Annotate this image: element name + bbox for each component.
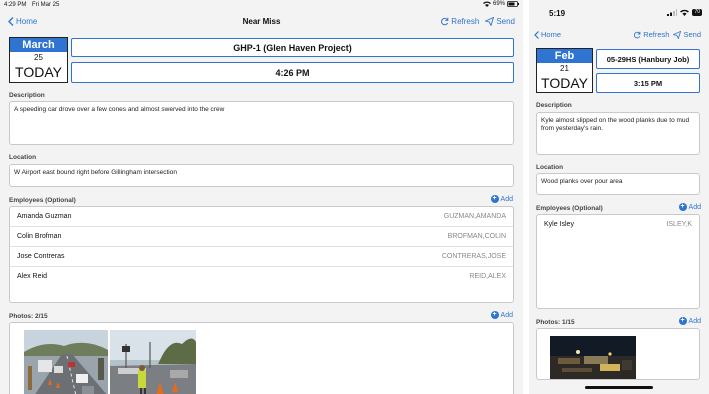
add-photo-label: Add xyxy=(688,317,701,325)
add-circle-icon: + xyxy=(490,195,499,203)
employee-name: Jose Contreras xyxy=(17,253,65,260)
employee-name: Colin Brofman xyxy=(17,233,62,240)
send-icon xyxy=(673,30,682,39)
road-photo xyxy=(24,330,108,394)
employee-row[interactable]: Colin Brofman BROFMAN,COLIN xyxy=(10,227,513,247)
refresh-button[interactable]: Refresh xyxy=(440,17,479,26)
employee-name: Kyle Isley xyxy=(544,221,574,228)
description-field[interactable]: A speeding car drove over a few cones an… xyxy=(9,101,514,145)
photo-gallery xyxy=(9,322,514,394)
employee-code: REID,ALEX xyxy=(469,273,506,280)
add-photo-label: Add xyxy=(500,311,513,319)
project-field[interactable]: 05-29HS (Hanbury Job) xyxy=(596,49,700,69)
employees-label: Employees (Optional) xyxy=(9,197,76,204)
employee-code: CONTRERAS,JOSE xyxy=(441,253,506,260)
photo-thumbnail[interactable] xyxy=(550,336,636,379)
add-photo-button[interactable]: + Add xyxy=(678,317,701,325)
employee-name: Alex Reid xyxy=(17,273,47,280)
nav-actions: Refresh Send xyxy=(633,30,701,39)
photo-gallery xyxy=(536,328,700,380)
location-field[interactable]: Wood planks over pour area xyxy=(536,173,700,195)
photos-label: Photos: 1/15 xyxy=(536,319,575,326)
battery-icon: 70 xyxy=(692,9,702,16)
nav-bar: Home Refresh Send xyxy=(529,26,709,48)
location-label: Location xyxy=(9,154,37,161)
date-picker[interactable]: March 25 TODAY xyxy=(9,37,68,83)
add-employee-label: Add xyxy=(688,203,701,211)
photo-thumbnail[interactable] xyxy=(110,330,196,394)
date-month: Feb xyxy=(537,49,592,63)
wifi-icon xyxy=(482,1,491,7)
description-label: Description xyxy=(9,92,45,99)
status-bar: 4:29 PM Fri Mar 25 69% xyxy=(0,0,523,11)
back-button[interactable]: Home xyxy=(534,30,561,39)
nav-actions: Refresh Send xyxy=(440,17,515,26)
time-field[interactable]: 3:15 PM xyxy=(596,73,700,93)
location-field[interactable]: W Airport east bound right before Gillin… xyxy=(9,164,514,187)
send-label: Send xyxy=(496,17,515,26)
send-button[interactable]: Send xyxy=(673,30,701,39)
date-month: March xyxy=(10,38,67,52)
status-bar: 5:19 70 xyxy=(529,0,709,18)
employee-row[interactable]: Alex Reid REID,ALEX xyxy=(10,267,513,287)
send-button[interactable]: Send xyxy=(485,17,515,26)
description-label: Description xyxy=(536,102,572,109)
battery-icon xyxy=(507,1,519,7)
photos-label: Photos: 2/15 xyxy=(9,313,48,320)
time-field[interactable]: 4:26 PM xyxy=(71,62,514,83)
refresh-icon xyxy=(634,31,641,38)
refresh-button[interactable]: Refresh xyxy=(633,30,669,39)
status-time: 5:19 xyxy=(549,9,566,18)
employee-row[interactable]: Amanda Guzman GUZMAN,AMANDA xyxy=(10,207,513,227)
add-circle-icon: + xyxy=(678,203,687,211)
add-employee-label: Add xyxy=(500,195,513,203)
refresh-icon xyxy=(441,17,449,26)
description-field[interactable]: Kyle almost slipped on the wood planks d… xyxy=(536,112,700,155)
ipad-screen: 4:29 PM Fri Mar 25 69% Home Near Miss Re… xyxy=(0,0,523,394)
employee-name: Amanda Guzman xyxy=(17,213,72,220)
add-employee-button[interactable]: + Add xyxy=(490,195,513,203)
status-time: 4:29 PM xyxy=(4,2,27,8)
project-field[interactable]: GHP-1 (Glen Haven Project) xyxy=(71,38,514,57)
status-right: 69% xyxy=(482,1,519,7)
send-icon xyxy=(485,17,495,26)
employee-list: Kyle Isley ISLEY,K xyxy=(536,214,700,309)
employee-code: GUZMAN,AMANDA xyxy=(443,213,506,220)
photo-thumbnail[interactable] xyxy=(24,330,108,394)
add-circle-icon: + xyxy=(490,311,499,319)
nav-bar: Home Near Miss Refresh Send xyxy=(0,12,523,34)
night-site-photo xyxy=(550,336,636,379)
employee-code: ISLEY,K xyxy=(666,221,692,228)
add-employee-button[interactable]: + Add xyxy=(678,203,701,211)
back-label: Home xyxy=(541,30,562,39)
signal-icon xyxy=(667,9,678,16)
add-photo-button[interactable]: + Add xyxy=(490,311,513,319)
date-day: 21 xyxy=(560,64,569,73)
refresh-label: Refresh xyxy=(643,30,670,39)
employee-row[interactable]: Kyle Isley ISLEY,K xyxy=(537,215,699,235)
date-picker[interactable]: Feb 21 TODAY xyxy=(536,48,593,93)
employee-code: BROFMAN,COLIN xyxy=(447,233,506,240)
location-label: Location xyxy=(536,164,564,171)
status-right: 70 xyxy=(667,9,702,16)
battery-percent: 69% xyxy=(492,1,505,7)
employee-list: Amanda Guzman GUZMAN,AMANDA Colin Brofma… xyxy=(9,206,514,303)
status-date: Fri Mar 25 xyxy=(32,2,60,8)
home-indicator xyxy=(585,386,653,389)
iphone-screen: 5:19 70 Home Refresh Send Feb 21 TODAY 0… xyxy=(529,0,709,394)
work-zone-photo xyxy=(110,330,196,394)
employee-row[interactable]: Jose Contreras CONTRERAS,JOSE xyxy=(10,247,513,267)
send-label: Send xyxy=(683,30,701,39)
refresh-label: Refresh xyxy=(451,17,480,26)
chevron-left-icon xyxy=(534,30,539,39)
employees-label: Employees (Optional) xyxy=(536,205,603,212)
date-day: 25 xyxy=(34,53,43,62)
wifi-icon xyxy=(680,9,690,16)
date-today: TODAY xyxy=(15,64,62,80)
date-today: TODAY xyxy=(541,75,588,91)
add-circle-icon: + xyxy=(678,317,687,325)
